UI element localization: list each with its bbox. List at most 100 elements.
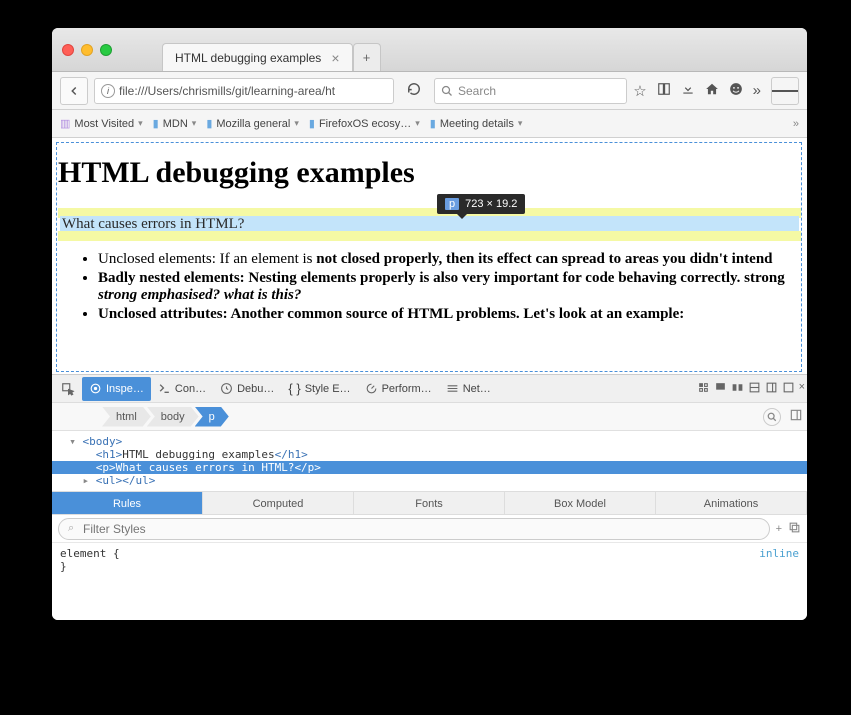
tooltip-tag: p <box>445 198 459 210</box>
url-text: file:///Users/chrismills/git/learning-ar… <box>119 84 335 98</box>
tab-rules[interactable]: Rules <box>52 492 203 514</box>
toggle-pane-icon[interactable] <box>789 408 803 425</box>
breadcrumb-bar: html body p <box>52 403 807 431</box>
tab-animations[interactable]: Animations <box>656 492 807 514</box>
folder-icon: ▮ <box>153 117 159 130</box>
element-tooltip: p 723 × 19.2 <box>437 194 525 214</box>
home-icon[interactable] <box>705 82 719 100</box>
inspector-highlight-outer <box>56 142 802 372</box>
minimize-window-button[interactable] <box>81 44 93 56</box>
star-icon: ▥ <box>60 117 70 130</box>
bookmark-meeting[interactable]: ▮Meeting details▾ <box>430 117 523 130</box>
chevron-down-icon: ▾ <box>518 118 523 129</box>
reload-icon <box>407 82 421 96</box>
bookmarks-overflow-icon[interactable]: » <box>793 118 799 130</box>
folder-icon: ▮ <box>430 117 436 130</box>
bookmark-most-visited[interactable]: ▥Most Visited▾ <box>60 117 143 130</box>
add-rule-icon[interactable]: + <box>776 523 782 535</box>
page-content: HTML debugging examples What causes erro… <box>52 138 807 374</box>
pick-element-button[interactable] <box>54 377 82 401</box>
crumb-p[interactable]: p <box>195 407 229 427</box>
new-tab-button[interactable]: + <box>353 43 381 71</box>
filter-bar: ⌕ + <box>52 515 807 543</box>
network-icon <box>446 382 459 395</box>
close-window-button[interactable] <box>62 44 74 56</box>
dom-node-h1[interactable]: <h1>HTML debugging examples</h1> <box>52 448 807 461</box>
smiley-icon[interactable] <box>729 82 743 100</box>
search-icon <box>441 85 453 97</box>
tab-inspector[interactable]: Inspe… <box>82 377 151 401</box>
tab-performance[interactable]: Perform… <box>358 377 439 401</box>
menu-button[interactable] <box>771 77 799 105</box>
dock-icon[interactable] <box>765 381 778 397</box>
inspector-highlight-p: What causes errors in HTML? <box>58 208 801 241</box>
navigation-bar: i file:///Users/chrismills/git/learning-… <box>52 72 807 110</box>
toolbar-icons: ☆ » <box>633 77 799 105</box>
folder-icon: ▮ <box>206 117 212 130</box>
styles-pane[interactable]: inline element { } <box>52 543 807 577</box>
overflow-icon[interactable]: » <box>753 82 761 99</box>
crumb-body[interactable]: body <box>147 407 199 427</box>
devtools-panel: Inspe… Con… Debu… { }Style E… Perform… N… <box>52 374 807 620</box>
responsive-icon[interactable] <box>714 381 727 397</box>
breadcrumb-actions <box>763 408 803 426</box>
eyedropper-icon[interactable] <box>697 381 710 397</box>
inline-label[interactable]: inline <box>759 547 799 560</box>
tab-console[interactable]: Con… <box>151 377 213 401</box>
reload-button[interactable] <box>400 82 428 100</box>
back-arrow-icon <box>67 84 81 98</box>
style-icon: { } <box>288 381 300 396</box>
downloads-icon[interactable] <box>681 82 695 100</box>
split-console-icon[interactable] <box>748 381 761 397</box>
bookmarks-bar: ▥Most Visited▾ ▮MDN▾ ▮Mozilla general▾ ▮… <box>52 110 807 138</box>
crumb-html[interactable]: html <box>102 407 151 427</box>
tab-computed[interactable]: Computed <box>203 492 354 514</box>
search-bar[interactable]: Search <box>434 78 627 104</box>
tab-fonts[interactable]: Fonts <box>354 492 505 514</box>
inspector-icon <box>89 382 102 395</box>
devtools-toolbar-right: × <box>697 381 805 397</box>
picker-icon <box>61 382 75 396</box>
reader-icon[interactable] <box>657 82 671 100</box>
chevron-down-icon: ▾ <box>415 118 420 129</box>
scratchpad-icon[interactable] <box>731 381 744 397</box>
search-dom-button[interactable] <box>763 408 781 426</box>
bookmark-firefoxos[interactable]: ▮FirefoxOS ecosy…▾ <box>309 117 420 130</box>
dom-node-p-selected[interactable]: <p>What causes errors in HTML?</p> <box>52 461 807 474</box>
tab-title: HTML debugging examples <box>175 51 321 65</box>
browser-tab[interactable]: HTML debugging examples × <box>162 43 353 71</box>
console-icon <box>158 382 171 395</box>
search-icon: ⌕ <box>68 522 74 535</box>
window-controls <box>62 44 112 56</box>
close-devtools-icon[interactable]: × <box>799 381 805 397</box>
url-bar[interactable]: i file:///Users/chrismills/git/learning-… <box>94 78 394 104</box>
devtools-toolbar: Inspe… Con… Debu… { }Style E… Perform… N… <box>52 375 807 403</box>
site-info-icon[interactable]: i <box>101 84 115 98</box>
browser-window: HTML debugging examples × + i file:///Us… <box>52 28 807 620</box>
folder-icon: ▮ <box>309 117 315 130</box>
tab-network[interactable]: Net… <box>439 377 498 401</box>
search-placeholder: Search <box>458 84 496 98</box>
tab-box-model[interactable]: Box Model <box>505 492 656 514</box>
performance-icon <box>365 382 378 395</box>
close-tab-icon[interactable]: × <box>331 50 339 66</box>
maximize-window-button[interactable] <box>100 44 112 56</box>
settings-icon[interactable] <box>782 381 795 397</box>
bookmark-mdn[interactable]: ▮MDN▾ <box>153 117 197 130</box>
dom-node-body[interactable]: ▾ <body> <box>52 435 807 448</box>
copy-icon[interactable] <box>788 521 801 537</box>
tab-debugger[interactable]: Debu… <box>213 377 281 401</box>
chevron-down-icon: ▾ <box>138 118 143 129</box>
tab-style-editor[interactable]: { }Style E… <box>281 377 357 401</box>
bookmark-mozilla-general[interactable]: ▮Mozilla general▾ <box>206 117 299 130</box>
tooltip-dimensions: 723 × 19.2 <box>465 198 517 210</box>
bookmark-star-icon[interactable]: ☆ <box>633 82 646 100</box>
back-button[interactable] <box>60 77 88 105</box>
filter-styles-input[interactable] <box>58 518 770 540</box>
dom-node-ul[interactable]: ▸ <ul></ul> <box>52 474 807 487</box>
style-tabs: Rules Computed Fonts Box Model Animation… <box>52 491 807 515</box>
debugger-icon <box>220 382 233 395</box>
chevron-down-icon: ▾ <box>192 118 197 129</box>
dom-tree[interactable]: ▾ <body> <h1>HTML debugging examples</h1… <box>52 431 807 491</box>
tab-strip: HTML debugging examples × + <box>162 28 381 71</box>
